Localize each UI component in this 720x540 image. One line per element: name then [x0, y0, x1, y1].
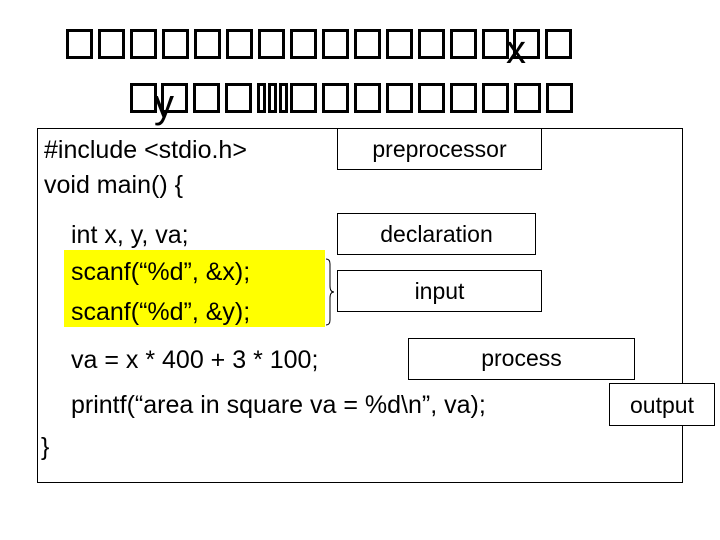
code-line-declaration: int x, y, va; — [71, 221, 189, 249]
code-line-process: va = x * 400 + 3 * 100; — [71, 346, 319, 374]
missing-glyph-box — [546, 83, 573, 113]
missing-glyph-box — [386, 83, 413, 113]
missing-glyph-box — [450, 83, 477, 113]
missing-glyph-box — [130, 29, 157, 59]
missing-glyph-box — [225, 83, 252, 113]
missing-glyph-box — [418, 29, 445, 59]
missing-glyph-box — [482, 83, 509, 113]
missing-glyph-box — [354, 83, 381, 113]
title-letter: x — [506, 28, 527, 72]
missing-glyph-box — [290, 83, 317, 113]
code-line-closing-brace: } — [41, 433, 50, 461]
missing-glyph-box — [268, 83, 277, 113]
missing-glyph-box — [258, 29, 285, 59]
missing-glyph-box — [418, 83, 445, 113]
missing-glyph-box — [226, 29, 253, 59]
label-input: input — [337, 270, 542, 312]
missing-glyph-box — [450, 29, 477, 59]
missing-glyph-box — [322, 83, 349, 113]
code-line-scanf-y: scanf(“%d”, &y); — [71, 298, 251, 326]
missing-glyph-box — [322, 29, 349, 59]
missing-glyph-box — [290, 29, 317, 59]
label-process: process — [408, 338, 635, 380]
missing-glyph-box — [354, 29, 381, 59]
slide-title-line-2: y — [130, 76, 578, 126]
slide-title-line-1: x — [66, 22, 577, 72]
missing-glyph-box — [386, 29, 413, 59]
missing-glyph-box — [279, 83, 288, 113]
missing-glyph-box — [514, 83, 541, 113]
code-line-main: void main() { — [44, 171, 183, 199]
missing-glyph-box — [545, 29, 572, 59]
missing-glyph-box — [482, 29, 509, 59]
label-declaration: declaration — [337, 213, 536, 255]
missing-glyph-box — [66, 29, 93, 59]
title-letter: y — [154, 82, 175, 126]
label-preprocessor: preprocessor — [337, 128, 542, 170]
missing-glyph-box — [193, 83, 220, 113]
code-line-scanf-x: scanf(“%d”, &x); — [71, 258, 251, 286]
code-line-include: #include <stdio.h> — [44, 136, 247, 164]
missing-glyph-box — [257, 83, 266, 113]
missing-glyph-box — [130, 83, 157, 113]
missing-glyph-box — [98, 29, 125, 59]
missing-glyph-box — [194, 29, 221, 59]
code-line-printf: printf(“area in square va = %d\n”, va); — [71, 391, 486, 419]
missing-glyph-box — [162, 29, 189, 59]
right-brace-icon — [326, 258, 334, 326]
label-output: output — [609, 383, 715, 426]
